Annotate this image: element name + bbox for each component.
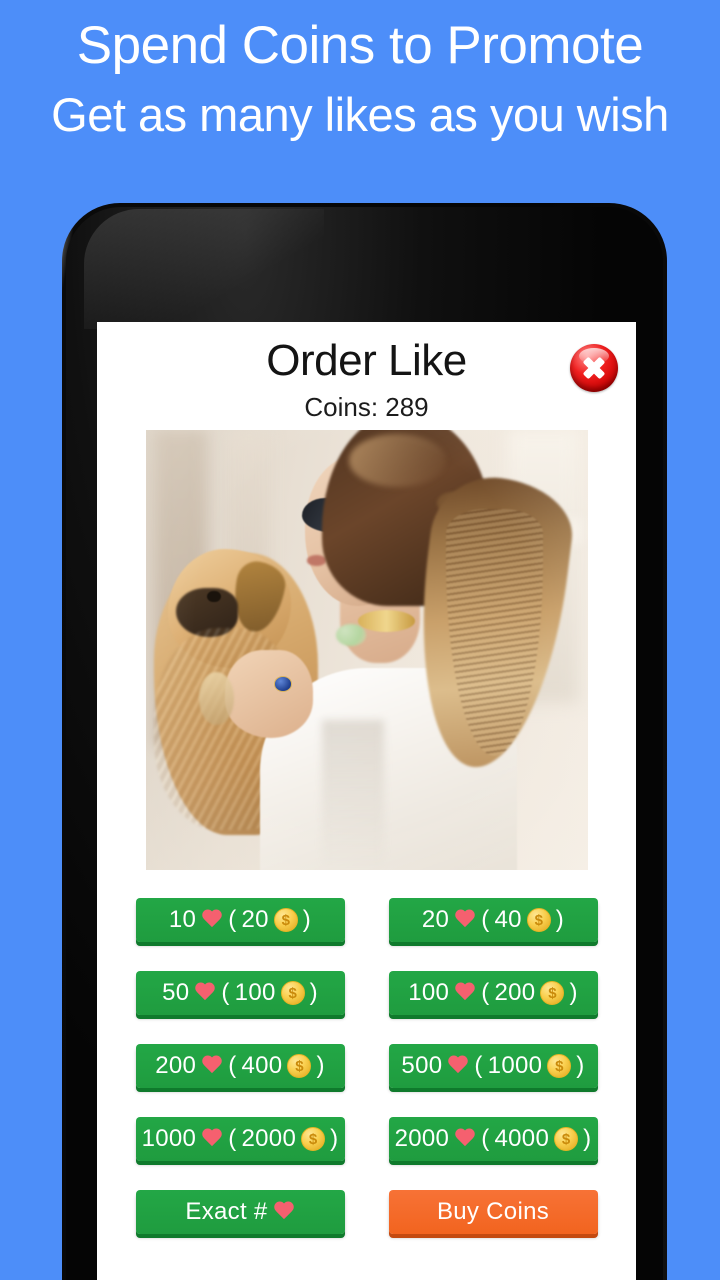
- coin-icon: $: [540, 981, 565, 1005]
- heart-icon: [201, 1056, 223, 1076]
- heart-icon: [194, 983, 216, 1003]
- package-coin-cost: 2000: [241, 1125, 297, 1152]
- paren-open: (: [228, 1052, 237, 1079]
- paren-open: (: [228, 906, 237, 933]
- woman-hand-shape: [225, 650, 314, 738]
- package-likes-count: 200: [155, 1052, 197, 1079]
- package-coin-cost: 1000: [487, 1052, 543, 1079]
- close-x-glyph: [581, 355, 607, 381]
- like-package-button[interactable]: 20 ( 40 $ ): [388, 898, 598, 942]
- package-coin-cost: 100: [234, 979, 276, 1006]
- coin-icon: $: [554, 1127, 579, 1151]
- coin-icon: $: [273, 908, 298, 932]
- promo-subheadline: Get as many likes as you wish: [51, 87, 669, 141]
- coin-icon: $: [301, 1127, 326, 1151]
- heart-icon: [201, 910, 223, 930]
- package-coin-cost: 4000: [494, 1125, 550, 1152]
- paren-open: (: [481, 979, 490, 1006]
- heart-icon: [201, 1129, 223, 1149]
- paren-close: ): [309, 979, 318, 1006]
- paren-close: ): [555, 906, 565, 933]
- like-package-grid: 10 ( 20 $ ) 20 ( 40 $ ) 50 (100 $) 100…: [135, 898, 598, 1234]
- package-coin-cost: 40: [494, 906, 522, 933]
- woman-blouse-fold: [322, 720, 385, 870]
- paren-open: (: [481, 906, 490, 933]
- woman-lips-shape: [306, 555, 327, 566]
- package-likes-count: 500: [401, 1052, 443, 1079]
- like-package-button[interactable]: 200 ( 400 $ ): [135, 1044, 345, 1088]
- paren-close: ): [583, 1125, 592, 1152]
- close-circle-icon[interactable]: [570, 344, 618, 392]
- paren-close: ): [330, 1125, 339, 1152]
- package-likes-count: 100: [408, 979, 450, 1006]
- heart-icon: [454, 983, 476, 1003]
- bracelet-shape: [198, 672, 234, 725]
- post-photo[interactable]: [145, 430, 588, 870]
- package-likes-count: 50: [162, 979, 190, 1006]
- like-package-button[interactable]: 10 ( 20 $ ): [135, 898, 345, 942]
- paren-open: (: [481, 1125, 490, 1152]
- package-coin-cost: 400: [241, 1052, 283, 1079]
- heart-icon: [454, 1129, 476, 1149]
- like-package-button[interactable]: 100 ( 200 $ ): [388, 971, 598, 1015]
- coin-balance: Coins: 289: [304, 392, 429, 422]
- package-coin-cost: 200: [494, 979, 536, 1006]
- exact-likes-button[interactable]: Exact #: [135, 1190, 345, 1234]
- promo-headline: Spend Coins to Promote: [76, 16, 644, 75]
- paren-close: ): [569, 979, 578, 1006]
- woman-hair-sheen: [348, 434, 447, 488]
- package-likes-count: 10: [168, 906, 197, 933]
- paren-close: ): [302, 906, 312, 933]
- app-header: Order Like Coins: 289: [97, 322, 636, 430]
- app-screen: Order Like Coins: 289 10 (20 $) 20 (4…: [97, 322, 636, 1280]
- photo-canvas: [145, 430, 588, 870]
- like-package-button[interactable]: 500 ( 1000 $ ): [388, 1044, 598, 1088]
- dog-eye-shape: [207, 590, 221, 603]
- paren-open: (: [228, 1125, 237, 1152]
- heart-icon: [273, 1202, 295, 1222]
- paren-close: ): [316, 1052, 325, 1079]
- exact-likes-label: Exact #: [185, 1198, 268, 1225]
- like-package-button[interactable]: 50 ( 100 $ ): [135, 971, 345, 1015]
- coin-icon: $: [526, 908, 551, 932]
- buy-coins-button[interactable]: Buy Coins: [388, 1190, 598, 1234]
- package-likes-count: 2000: [394, 1125, 450, 1152]
- heart-icon: [454, 910, 476, 930]
- paren-open: (: [474, 1052, 483, 1079]
- package-likes-count: 1000: [141, 1125, 197, 1152]
- coin-icon: $: [287, 1054, 312, 1078]
- phone-mockup: Order Like Coins: 289 10 (20 $) 20 (4…: [62, 203, 667, 1280]
- paren-close: ): [576, 1052, 585, 1079]
- phone-bezel: Order Like Coins: 289 10 (20 $) 20 (4…: [66, 207, 663, 1280]
- buy-coins-label: Buy Coins: [436, 1198, 550, 1225]
- package-coin-cost: 20: [241, 906, 269, 933]
- coin-icon: $: [280, 981, 305, 1005]
- paren-open: (: [221, 979, 230, 1006]
- like-package-button[interactable]: 1000 ( 2000 $ ): [135, 1117, 345, 1161]
- page-title: Order Like: [266, 336, 467, 385]
- heart-icon: [447, 1056, 469, 1076]
- promo-banner: Spend Coins to Promote Get as many likes…: [0, 0, 720, 140]
- phone-glare: [84, 209, 324, 329]
- coin-icon: $: [547, 1054, 572, 1078]
- like-package-button[interactable]: 2000 ( 4000 $ ): [388, 1117, 598, 1161]
- package-likes-count: 20: [421, 906, 450, 933]
